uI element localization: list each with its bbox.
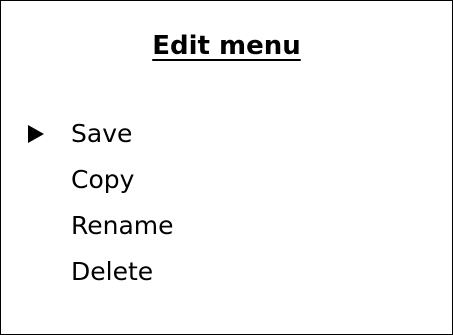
menu-item-label: Rename xyxy=(71,211,174,240)
edit-menu-panel: Edit menu Save Copy Rename Delete xyxy=(0,0,453,335)
menu-item-list: Save Copy Rename Delete xyxy=(1,111,452,295)
menu-item-delete[interactable]: Delete xyxy=(1,249,452,295)
menu-item-copy[interactable]: Copy xyxy=(1,157,452,203)
menu-item-label: Delete xyxy=(71,257,154,286)
menu-item-label: Copy xyxy=(71,165,135,194)
menu-item-label: Save xyxy=(71,119,133,148)
selection-pointer-icon xyxy=(28,125,44,143)
menu-title: Edit menu xyxy=(152,31,301,61)
menu-item-rename[interactable]: Rename xyxy=(1,203,452,249)
menu-item-save[interactable]: Save xyxy=(1,111,452,157)
